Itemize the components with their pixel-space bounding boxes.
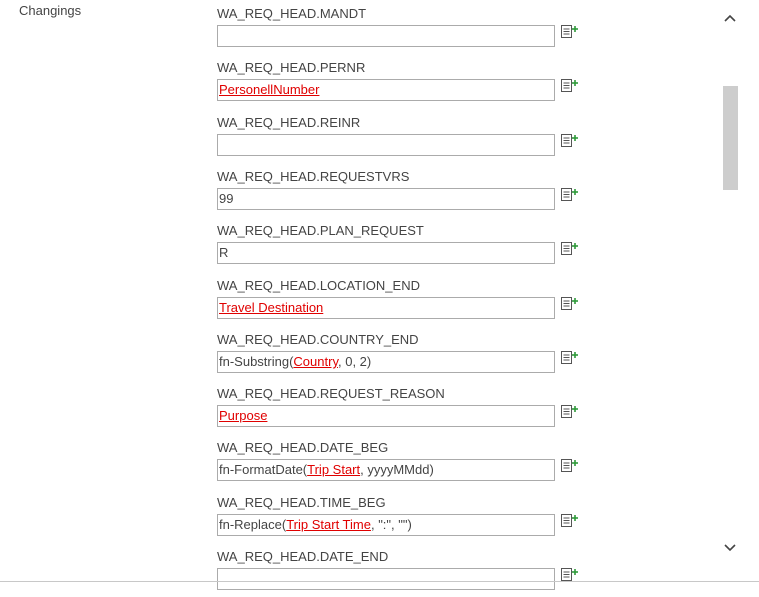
field-value-input[interactable] [217, 568, 555, 590]
reference-token[interactable]: Country [293, 354, 338, 369]
insert-reference-icon[interactable] [561, 514, 579, 528]
value-text: fn-Replace( [219, 517, 287, 532]
value-text: R [219, 245, 229, 260]
insert-reference-icon[interactable] [561, 25, 579, 39]
value-text: , 0, 2) [337, 354, 372, 369]
field-value-input[interactable]: Purpose [217, 405, 555, 427]
field-label: WA_REQ_HEAD.LOCATION_END [217, 278, 420, 293]
field-row: WA_REQ_HEAD.REINR [217, 109, 597, 163]
field-row: WA_REQ_HEAD.DATE_BEG fn-FormatDate(Trip S… [217, 434, 597, 488]
scroll-thumb[interactable] [723, 86, 738, 190]
value-text: 99 [219, 191, 234, 206]
field-value-input[interactable]: R [217, 242, 555, 264]
field-label: WA_REQ_HEAD.PLAN_REQUEST [217, 223, 424, 238]
field-label: WA_REQ_HEAD.REINR [217, 115, 361, 130]
reference-token[interactable]: Travel Destination [219, 300, 323, 315]
field-label: WA_REQ_HEAD.MANDT [217, 6, 367, 21]
scroll-up-button[interactable] [721, 8, 738, 28]
value-text: , ":", "") [370, 517, 412, 532]
field-value-input[interactable] [217, 134, 555, 156]
field-row: WA_REQ_HEAD.PLAN_REQUEST R [217, 217, 597, 271]
insert-reference-icon[interactable] [561, 79, 579, 93]
field-value-input[interactable]: PersonellNumber [217, 79, 555, 101]
insert-reference-icon[interactable] [561, 405, 579, 419]
section-label: Changings [19, 3, 82, 18]
reference-token[interactable]: Purpose [219, 408, 267, 423]
scroll-down-button[interactable] [721, 538, 738, 558]
field-label: WA_REQ_HEAD.DATE_BEG [217, 440, 389, 455]
field-label: WA_REQ_HEAD.PERNR [217, 60, 366, 75]
field-row: WA_REQ_HEAD.PERNR PersonellNumber [217, 54, 597, 108]
bottom-divider [0, 581, 759, 582]
value-text: fn-Substring( [219, 354, 294, 369]
field-value-input[interactable] [217, 25, 555, 47]
insert-reference-icon[interactable] [561, 568, 579, 582]
insert-reference-icon[interactable] [561, 297, 579, 311]
field-row: WA_REQ_HEAD.MANDT [217, 0, 597, 54]
field-row: WA_REQ_HEAD.DATE_END [217, 543, 597, 597]
field-value-input[interactable]: fn-FormatDate(Trip Start, yyyyMMdd) [217, 459, 555, 481]
vertical-scrollbar[interactable] [721, 0, 738, 570]
insert-reference-icon[interactable] [561, 188, 579, 202]
field-label: WA_REQ_HEAD.REQUESTVRS [217, 169, 410, 184]
field-row: WA_REQ_HEAD.REQUESTVRS 99 [217, 163, 597, 217]
field-label: WA_REQ_HEAD.COUNTRY_END [217, 332, 419, 347]
chevron-up-icon [723, 14, 736, 22]
field-row: WA_REQ_HEAD.COUNTRY_END fn-Substring(Coun… [217, 326, 597, 380]
field-value-input[interactable]: fn-Substring(Country, 0, 2) [217, 351, 555, 373]
reference-token[interactable]: PersonellNumber [219, 82, 319, 97]
field-label: WA_REQ_HEAD.REQUEST_REASON [217, 386, 445, 401]
insert-reference-icon[interactable] [561, 134, 579, 148]
field-row: WA_REQ_HEAD.REQUEST_REASON Purpose [217, 380, 597, 434]
reference-token[interactable]: Trip Start Time [286, 517, 371, 532]
field-value-input[interactable]: 99 [217, 188, 555, 210]
field-label: WA_REQ_HEAD.TIME_BEG [217, 495, 386, 510]
value-text: fn-FormatDate( [219, 462, 308, 477]
value-text: , yyyyMMdd) [360, 462, 434, 477]
insert-reference-icon[interactable] [561, 351, 579, 365]
field-row: WA_REQ_HEAD.LOCATION_END Travel Destinati… [217, 272, 597, 326]
reference-token[interactable]: Trip Start [307, 462, 360, 477]
insert-reference-icon[interactable] [561, 242, 579, 256]
field-label: WA_REQ_HEAD.DATE_END [217, 549, 389, 564]
field-value-input[interactable]: fn-Replace(Trip Start Time, ":", "") [217, 514, 555, 536]
chevron-down-icon [723, 544, 736, 552]
insert-reference-icon[interactable] [561, 459, 579, 473]
field-value-input[interactable]: Travel Destination [217, 297, 555, 319]
field-row: WA_REQ_HEAD.TIME_BEG fn-Replace(Trip Star… [217, 489, 597, 543]
